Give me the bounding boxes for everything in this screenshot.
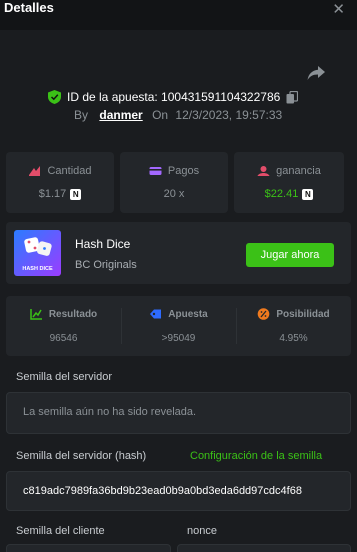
stat-value: $1.17 [38,188,67,200]
bet-datetime: 12/3/2023, 19:57:33 [175,108,283,122]
stat-label: ganancia [276,165,321,177]
stat-value: $22.41 [264,188,299,200]
result-label: Resultado [48,308,98,320]
result-column: Resultado 96546 [6,296,121,356]
profit-icon [257,166,270,176]
bet-id-line: ID de la apuesta: 100431591104322786 [48,88,299,106]
game-provider: BC Originals [75,259,137,271]
nonce-label: nonce [187,525,217,537]
thumb-caption: HASH DICE [22,266,53,272]
stat-card-profit: ganancia $22.41 N [234,152,344,213]
chance-column: Posibilidad 4.95% [236,296,351,356]
copy-icon[interactable] [286,90,299,104]
stat-value: 20 x [163,188,185,200]
panel-title: Detalles [4,0,54,15]
game-thumbnail[interactable]: HASH DICE [14,230,61,276]
chance-label: Posibilidad [276,308,330,320]
stat-card-amount: Cantidad $1.17 N [6,152,114,213]
result-chart-icon [30,309,42,320]
bet-id-text: ID de la apuesta: 100431591104322786 [67,90,281,104]
close-icon[interactable]: ✕ [332,0,345,18]
currency-badge-icon: N [302,188,314,200]
server-hash-value: c819adc7989fa36bd9b23ead0b9a0bd3eda6dd97… [23,485,302,497]
stat-label: Pagos [167,165,200,177]
amount-icon [29,166,41,176]
bet-column: Apuesta >95049 [121,296,236,356]
game-name: Hash Dice [75,237,131,251]
play-now-button[interactable]: Jugar ahora [246,243,334,267]
bet-tag-icon [150,309,162,319]
bet-label: Apuesta [168,308,208,320]
server-seed-label: Semilla del servidor [16,371,112,383]
client-seed-field[interactable] [6,544,171,552]
by-label: By [74,108,89,122]
seed-config-link[interactable]: Configuración de la semilla [190,450,322,462]
bet-byline: By danmer On 12/3/2023, 19:57:33 [74,108,282,122]
chance-value: 4.95% [279,333,308,344]
nonce-field[interactable] [177,544,351,552]
server-hash-field[interactable]: c819adc7989fa36bd9b23ead0b9a0bd3eda6dd97… [6,471,351,511]
currency-badge-icon: N [70,188,82,200]
result-panel: Resultado 96546 Apuesta >95049 Posibilid… [6,296,351,356]
percent-icon [258,308,270,320]
header-bar: Detalles ✕ [0,0,357,30]
server-seed-value: La semilla aún no ha sido revelada. [23,406,197,418]
shield-check-icon [48,90,61,104]
client-seed-label: Semilla del cliente [16,525,105,537]
server-seed-field[interactable]: La semilla aún no ha sido revelada. [6,392,351,434]
stat-card-payout: Pagos 20 x [120,152,228,213]
bet-value: >95049 [161,333,196,344]
server-hash-label: Semilla del servidor (hash) [16,450,147,462]
stat-label: Cantidad [47,165,92,177]
payout-icon [149,167,162,175]
result-value: 96546 [49,333,78,344]
on-label: On [152,108,169,122]
username-link[interactable]: danmer [99,108,142,122]
game-card: HASH DICE Hash Dice BC Originals Jugar a… [6,222,351,284]
share-icon[interactable] [306,64,326,82]
